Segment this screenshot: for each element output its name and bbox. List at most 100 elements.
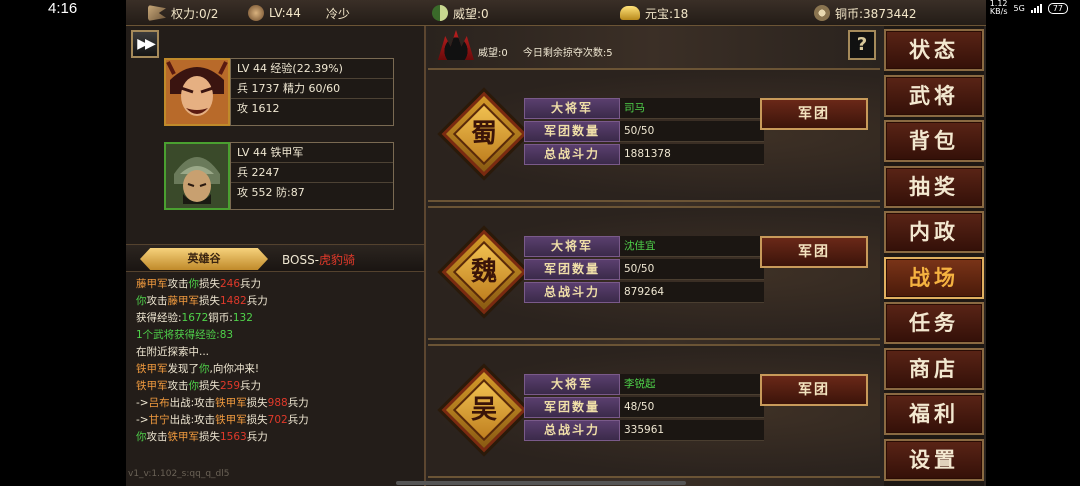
signal-icon bbox=[1030, 3, 1042, 13]
log-segment: 兵力 bbox=[287, 414, 309, 426]
clock: 4:16 bbox=[48, 0, 78, 17]
kingdom-emblem: 蜀 bbox=[441, 91, 527, 177]
hero-2-level: LV 44 铁甲军 bbox=[231, 143, 393, 163]
log-segment: 兵力 bbox=[240, 278, 262, 290]
prestige-resource[interactable]: 威望:0 bbox=[432, 4, 489, 22]
power-resource[interactable]: 权力:0/2 bbox=[148, 4, 218, 22]
player-info[interactable]: LV:44 冷少 bbox=[248, 4, 350, 22]
log-segment: 藤甲军 bbox=[136, 278, 168, 290]
log-segment: 吕布 bbox=[148, 397, 170, 409]
log-segment: 获得经验: bbox=[136, 312, 182, 324]
hero-card-2[interactable]: LV 44 铁甲军 兵 2247 攻 552 防:87 bbox=[164, 142, 394, 210]
log-line: 在附近探索中... bbox=[136, 344, 422, 361]
log-segment: 攻击 bbox=[146, 431, 168, 443]
legion-count-value: 48/50 bbox=[620, 397, 764, 418]
legion-button[interactable]: 军团 bbox=[760, 236, 868, 268]
log-segment: 132 bbox=[232, 312, 253, 324]
kingdom-stats: 大将军 司马 军团数量 50/50 总战斗力 1881378 bbox=[524, 98, 764, 167]
log-segment: 702 bbox=[267, 414, 288, 426]
log-segment: 损失 bbox=[199, 380, 220, 392]
kingdom-name: 蜀 bbox=[470, 119, 497, 149]
log-segment: 甘宁 bbox=[148, 414, 170, 426]
player-level: LV:44 bbox=[269, 6, 301, 20]
log-line: ->吕布出战:攻击铁甲军损失988兵力 bbox=[136, 395, 422, 412]
tab-boss[interactable]: BOSS-虎豹骑 bbox=[282, 251, 355, 268]
menu-item-2[interactable]: 背包 bbox=[884, 120, 984, 162]
kingdom-name: 魏 bbox=[470, 257, 497, 287]
menu-item-4[interactable]: 内政 bbox=[884, 211, 984, 253]
info-prestige: 威望:0 bbox=[478, 48, 508, 59]
menu-item-9[interactable]: 设置 bbox=[884, 438, 984, 481]
log-segment: 出战:攻击 bbox=[169, 414, 216, 426]
prestige-icon bbox=[432, 5, 448, 21]
boss-prefix: BOSS- bbox=[282, 253, 320, 267]
log-segment: 1563 bbox=[220, 431, 247, 443]
info-bar: 威望:0 今日剩余掠夺次数:5 ? bbox=[428, 26, 880, 68]
kingdom-emblem: 吴 bbox=[441, 367, 527, 453]
info-plunder-count: 今日剩余掠夺次数:5 bbox=[522, 48, 613, 59]
log-segment: 246 bbox=[220, 278, 241, 290]
menu-item-1[interactable]: 武将 bbox=[884, 74, 984, 117]
general-label: 大将军 bbox=[524, 374, 620, 395]
total-power-label: 总战斗力 bbox=[524, 144, 620, 165]
menu-item-7[interactable]: 商店 bbox=[884, 347, 984, 390]
log-segment: 兵力 bbox=[246, 431, 268, 443]
tab-hero-valley[interactable]: 英雄谷 bbox=[140, 248, 268, 270]
total-power-row: 总战斗力 335961 bbox=[524, 420, 764, 442]
menu-item-5[interactable]: 战场 bbox=[884, 256, 984, 299]
main-menu: 状态 武将 背包 抽奖 内政 战场 任务 商店 福利 设置 bbox=[884, 26, 984, 486]
hero-1-level: LV 44 经验(22.39%) bbox=[231, 59, 393, 79]
log-segment: 铁甲军 bbox=[215, 397, 247, 409]
ingot-resource[interactable]: 元宝:18 bbox=[620, 4, 688, 22]
copper-label: 铜币:3873442 bbox=[835, 6, 917, 21]
log-line: 1个武将获得经验:83 bbox=[136, 327, 422, 344]
kingdom-emblem: 魏 bbox=[441, 229, 527, 315]
fast-forward-button[interactable]: ▶▶ bbox=[131, 30, 159, 58]
log-segment: 铁甲军 bbox=[136, 363, 168, 375]
legion-button[interactable]: 军团 bbox=[760, 98, 868, 130]
kingdom-card: 吴 大将军 李锐起 军团数量 48/50 总战斗力 335961 军团 bbox=[428, 344, 880, 478]
general-label: 大将军 bbox=[524, 98, 620, 119]
kingdom-card: 魏 大将军 沈佳宜 军团数量 50/50 总战斗力 879264 军团 bbox=[428, 206, 880, 340]
log-segment: 你 bbox=[188, 380, 200, 392]
menu-item-8[interactable]: 福利 bbox=[884, 393, 984, 435]
help-button[interactable]: ? bbox=[848, 30, 876, 60]
kingdom-stats: 大将军 沈佳宜 军团数量 50/50 总战斗力 879264 bbox=[524, 236, 764, 305]
hero-card-1[interactable]: LV 44 经验(22.39%) 兵 1737 精力 60/60 攻 1612 bbox=[164, 58, 394, 126]
general-value: 李锐起 bbox=[620, 374, 764, 395]
system-icons: 1.12 KB/s 5G 77 bbox=[990, 0, 1068, 16]
resource-bar: 权力:0/2 LV:44 冷少 威望:0 元宝:18 铜币:3873442 bbox=[126, 0, 986, 26]
log-line: 获得经验:1672铜币:132 bbox=[136, 310, 422, 327]
log-segment: 1个武将获得经验:83 bbox=[136, 329, 234, 341]
menu-item-3[interactable]: 抽奖 bbox=[884, 165, 984, 208]
log-segment: 你 bbox=[136, 431, 147, 443]
ingot-label: 元宝:18 bbox=[645, 6, 689, 21]
log-segment: ,向你冲来! bbox=[209, 363, 260, 375]
hero-stats-1: LV 44 经验(22.39%) 兵 1737 精力 60/60 攻 1612 bbox=[230, 58, 394, 126]
log-segment: 攻击 bbox=[146, 295, 168, 307]
log-segment: 你 bbox=[136, 295, 147, 307]
legion-count-value: 50/50 bbox=[620, 121, 764, 142]
log-segment: 兵力 bbox=[240, 380, 262, 392]
net-speed-unit: KB/s bbox=[989, 7, 1008, 16]
total-power-row: 总战斗力 1881378 bbox=[524, 144, 764, 166]
flag-icon bbox=[148, 5, 166, 21]
log-segment: 259 bbox=[220, 380, 241, 392]
legion-count-label: 军团数量 bbox=[524, 259, 620, 280]
log-segment: 损失 bbox=[199, 278, 220, 290]
hero-2-troops: 兵 2247 bbox=[231, 163, 393, 183]
log-segment: 1482 bbox=[220, 295, 247, 307]
log-line: 铁甲军攻击你损失259兵力 bbox=[136, 378, 422, 395]
copper-resource[interactable]: 铜币:3873442 bbox=[814, 4, 917, 22]
legion-button[interactable]: 军团 bbox=[760, 374, 868, 406]
log-segment: 铁甲军 bbox=[215, 414, 247, 426]
hero-2-attack: 攻 552 防:87 bbox=[237, 186, 305, 199]
hero-portrait-2 bbox=[164, 142, 230, 210]
general-row: 大将军 沈佳宜 bbox=[524, 236, 764, 258]
battery-level: 77 bbox=[1052, 3, 1063, 13]
log-segment: 988 bbox=[267, 397, 288, 409]
menu-item-0[interactable]: 状态 bbox=[884, 29, 984, 71]
hero-1-attack: 攻 1612 bbox=[237, 102, 280, 115]
menu-item-6[interactable]: 任务 bbox=[884, 302, 984, 344]
kingdom-card: 蜀 大将军 司马 军团数量 50/50 总战斗力 1881378 军团 bbox=[428, 68, 880, 202]
